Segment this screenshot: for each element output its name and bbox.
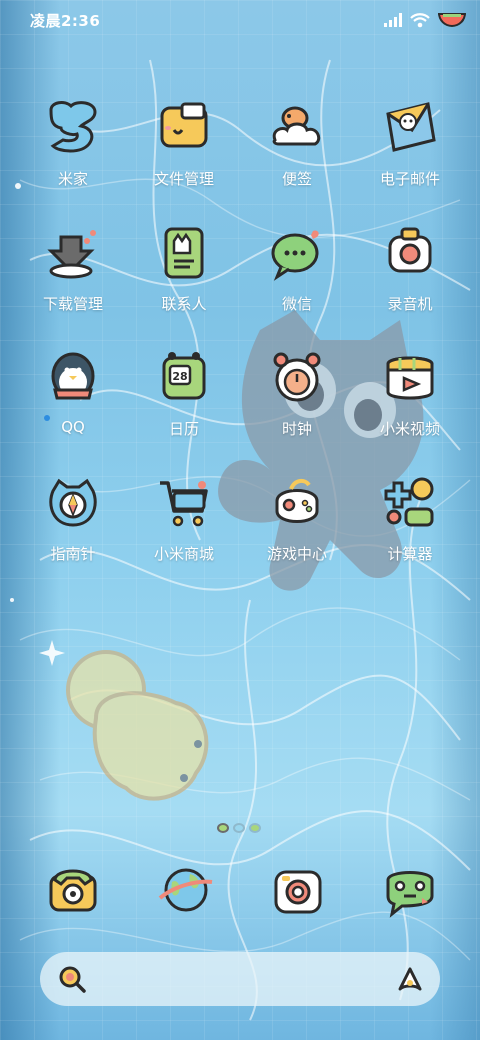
app-label: 文件管理 [153,170,214,188]
status-icons [384,12,466,28]
app-label: 时钟 [281,420,312,438]
calendar-date: 28 [172,370,187,383]
app-label: 小米视频 [379,420,440,438]
contacts-icon [164,227,204,279]
battery-icon [438,13,466,27]
app-mi-store[interactable]: 小米商城 [129,471,239,564]
mijia-icon [49,101,97,153]
app-calendar[interactable]: 28 日历 [129,346,239,439]
dock-camera[interactable] [266,858,330,922]
page-dot-active [217,823,229,833]
page-indicator[interactable] [217,823,261,833]
app-download-manager[interactable]: 下载管理 [18,221,128,314]
dock-phone[interactable] [41,858,105,922]
wifi-icon [410,12,430,27]
qq-icon [51,352,95,400]
wechat-icon [271,230,319,281]
app-contacts[interactable]: 联系人 [129,221,239,314]
store-icon [160,481,208,527]
app-email[interactable]: 电子邮件 [355,96,465,189]
dock-messages[interactable] [378,858,442,922]
clock-icon [273,352,321,402]
app-label: 游戏中心 [266,545,327,563]
app-notes[interactable]: 便签 [242,96,352,189]
camera-icon [274,870,322,914]
calculator-icon [384,477,434,527]
app-wechat[interactable]: 微信 [242,221,352,314]
notification-dot [44,415,50,421]
app-file-manager[interactable]: 文件管理 [129,96,239,189]
app-mi-video[interactable]: 小米视频 [355,346,465,439]
search-icon[interactable] [56,963,88,995]
app-label: 日历 [168,420,199,438]
page-dot [233,823,245,833]
messages-icon [386,871,434,918]
status-time: 凌晨2:36 [30,11,101,30]
assistant-icon[interactable] [394,963,426,995]
email-icon [386,102,436,152]
status-bar: 凌晨2:36 [0,0,480,40]
bear-character-illustration [66,650,209,801]
app-label: 便签 [281,170,312,188]
notes-icon [272,106,321,146]
dock-browser[interactable] [154,858,218,922]
app-label: 联系人 [161,295,207,313]
app-calculator[interactable]: 计算器 [355,471,465,564]
game-center-icon [275,478,319,523]
app-label: 计算器 [387,545,433,563]
phone-icon [49,869,97,912]
browser-icon [158,868,213,912]
app-mijia[interactable]: 米家 [18,96,128,189]
signal-icon [384,13,402,27]
app-qq[interactable]: QQ [18,346,128,436]
app-label: QQ [61,418,85,436]
page-dot [249,823,261,833]
download-icon [47,230,96,279]
app-compass[interactable]: 指南针 [18,471,128,564]
search-bar[interactable] [40,952,440,1006]
app-label: 指南针 [50,545,96,563]
recorder-icon [388,227,432,273]
app-recorder[interactable]: 录音机 [355,221,465,314]
app-label: 下载管理 [42,295,103,313]
app-label: 录音机 [387,295,433,313]
app-game-center[interactable]: 游戏中心 [242,471,352,564]
video-icon [386,356,434,400]
app-label: 小米商城 [153,545,214,563]
calendar-icon: 28 [162,352,206,400]
file-manager-icon [160,102,208,148]
app-label: 微信 [281,295,312,313]
compass-icon [49,478,97,527]
app-label: 米家 [57,170,88,188]
app-clock[interactable]: 时钟 [242,346,352,439]
app-label: 电子邮件 [379,170,440,188]
